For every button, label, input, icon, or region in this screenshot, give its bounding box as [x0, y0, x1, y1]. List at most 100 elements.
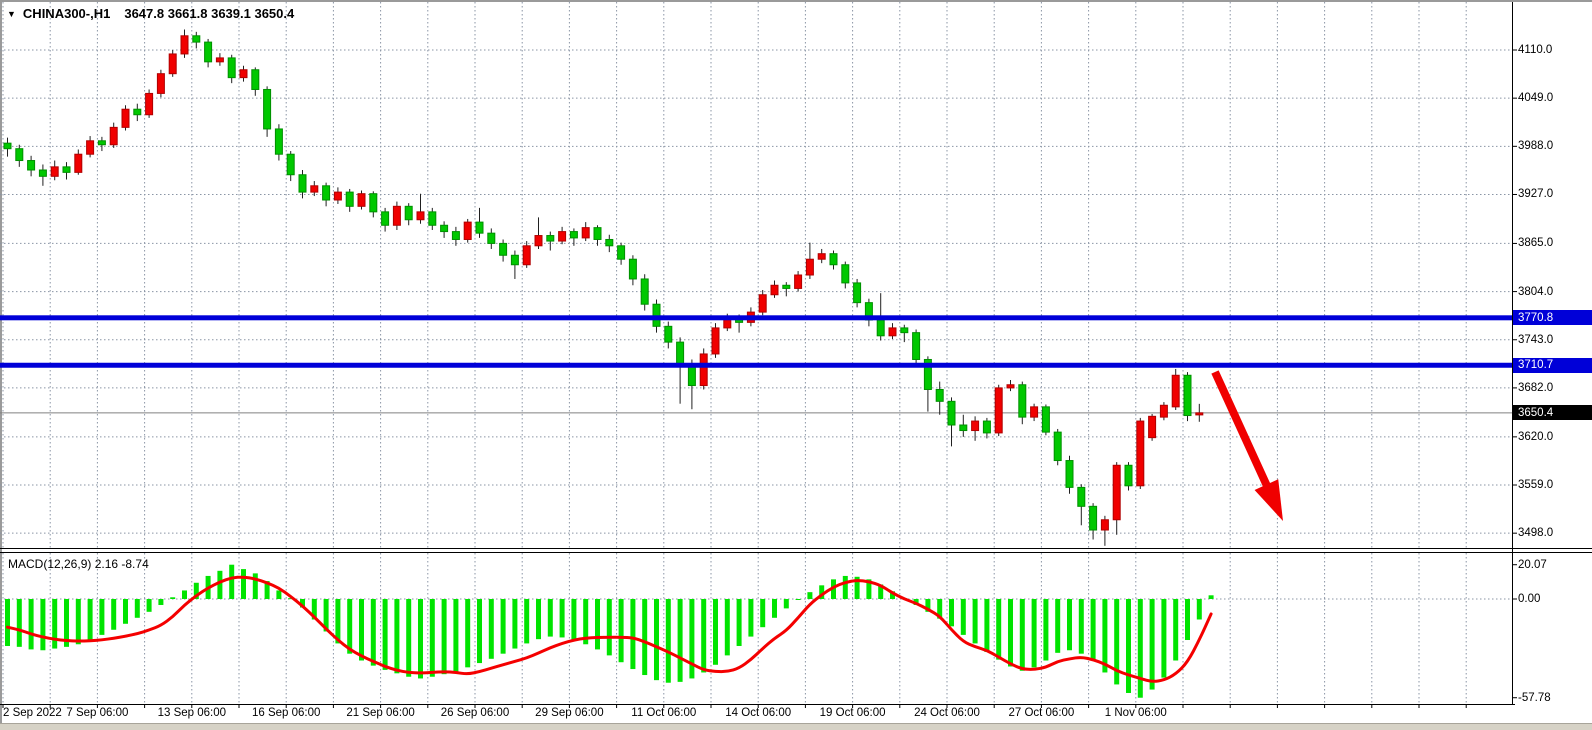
- candle: [677, 342, 684, 364]
- candle: [1184, 375, 1191, 415]
- macd-histogram-bar: [1126, 599, 1131, 693]
- macd-histogram-bar: [501, 599, 506, 654]
- macd-histogram-bar: [5, 599, 10, 646]
- candle: [370, 194, 377, 212]
- symbol-name: CHINA300-,H1: [23, 6, 110, 21]
- candle: [323, 186, 330, 200]
- macd-tick-label: -57.78: [1518, 692, 1551, 704]
- macd-histogram-bar: [678, 599, 683, 682]
- resistance-price-flag: 3770.8: [1513, 310, 1592, 325]
- macd-histogram-bar: [536, 599, 541, 639]
- candle: [311, 186, 318, 192]
- horizontal-level-line[interactable]: [0, 363, 1512, 368]
- candle: [594, 228, 601, 240]
- symbol-dropdown-icon[interactable]: ▼: [7, 9, 16, 19]
- macd-histogram-bar: [571, 599, 576, 640]
- candle: [901, 328, 908, 333]
- macd-histogram-bar: [1020, 599, 1025, 671]
- trend-arrow-head[interactable]: [1255, 479, 1283, 521]
- time-tick-label: 26 Sep 06:00: [441, 707, 509, 719]
- candle: [877, 320, 884, 336]
- candle: [476, 222, 483, 233]
- candle: [523, 246, 530, 265]
- macd-histogram-bar: [1032, 599, 1037, 667]
- macd-histogram-bar: [619, 599, 624, 662]
- candle: [122, 109, 129, 127]
- panel-divider-top: [0, 548, 1592, 549]
- macd-histogram-bar: [430, 599, 435, 677]
- current-price-flag: 3650.4: [1513, 405, 1592, 420]
- candle: [169, 54, 176, 74]
- macd-histogram-bar: [796, 599, 801, 600]
- candle: [1019, 385, 1026, 417]
- candle: [1066, 461, 1073, 488]
- candle: [299, 175, 306, 192]
- macd-histogram-bar: [725, 599, 730, 655]
- candle: [783, 285, 790, 288]
- time-tick-label: 27 Oct 06:00: [1008, 707, 1074, 719]
- candle: [641, 279, 648, 304]
- macd-histogram-bar: [371, 599, 376, 666]
- time-tick-label: 11 Oct 06:00: [631, 707, 696, 719]
- chart-canvas[interactable]: [0, 0, 1592, 730]
- candle: [712, 328, 719, 354]
- candle: [1125, 465, 1132, 486]
- macd-histogram-bar: [1067, 599, 1072, 650]
- support-price-flag: 3710.7: [1513, 358, 1592, 373]
- candle: [606, 239, 613, 245]
- candle: [665, 326, 672, 342]
- time-tick-label: 24 Oct 06:00: [914, 707, 980, 719]
- candle: [582, 228, 589, 238]
- candle: [358, 194, 365, 207]
- time-tick-label: 29 Sep 06:00: [535, 707, 603, 719]
- candle: [146, 93, 153, 114]
- macd-histogram-bar: [182, 590, 187, 599]
- macd-histogram-bar: [477, 599, 482, 663]
- macd-histogram-bar: [465, 599, 470, 667]
- macd-histogram-bar: [772, 599, 777, 618]
- candle: [1137, 421, 1144, 486]
- macd-histogram-bar: [1209, 595, 1214, 599]
- candle: [972, 421, 979, 430]
- macd-histogram-bar: [595, 599, 600, 649]
- candle: [618, 246, 625, 259]
- macd-histogram-bar: [760, 599, 765, 627]
- macd-histogram-bar: [383, 599, 388, 670]
- candle: [228, 58, 235, 78]
- price-tick-label: 4110.0: [1518, 44, 1552, 56]
- candle: [995, 388, 1002, 433]
- candle: [570, 232, 577, 238]
- macd-histogram-bar: [654, 599, 659, 680]
- candle: [240, 70, 247, 78]
- candle: [960, 425, 967, 431]
- candle: [464, 222, 471, 239]
- time-tick-label: 16 Sep 06:00: [252, 707, 320, 719]
- macd-histogram-bar: [949, 599, 954, 626]
- candle: [700, 354, 707, 386]
- candle: [1196, 413, 1203, 415]
- candle: [511, 255, 518, 264]
- symbol-title-bar: ▼ CHINA300-,H1 3647.8 3661.8 3639.1 3650…: [7, 6, 294, 21]
- horizontal-level-line[interactable]: [0, 315, 1512, 320]
- price-tick-label: 3865.0: [1518, 237, 1553, 249]
- chart-window: ▼ CHINA300-,H1 3647.8 3661.8 3639.1 3650…: [0, 0, 1592, 730]
- time-tick-label: 19 Oct 06:00: [820, 707, 886, 719]
- candle: [759, 295, 766, 312]
- macd-histogram-bar: [1173, 599, 1178, 661]
- macd-histogram-bar: [453, 599, 458, 672]
- time-tick-label: 14 Oct 06:00: [725, 707, 791, 719]
- candle: [535, 236, 542, 246]
- time-tick-label: 13 Sep 06:00: [158, 707, 226, 719]
- candle: [382, 212, 389, 225]
- candle: [1007, 385, 1014, 388]
- macd-histogram-bar: [123, 599, 128, 624]
- macd-histogram-bar: [973, 599, 978, 643]
- macd-histogram-bar: [147, 599, 152, 612]
- macd-histogram-bar: [17, 599, 22, 647]
- trend-arrow-shaft[interactable]: [1215, 372, 1269, 490]
- macd-histogram-bar: [1079, 599, 1084, 654]
- macd-histogram-bar: [713, 599, 718, 665]
- price-tick-label: 3743.0: [1518, 334, 1553, 346]
- macd-histogram-bar: [52, 599, 57, 649]
- candle: [287, 154, 294, 175]
